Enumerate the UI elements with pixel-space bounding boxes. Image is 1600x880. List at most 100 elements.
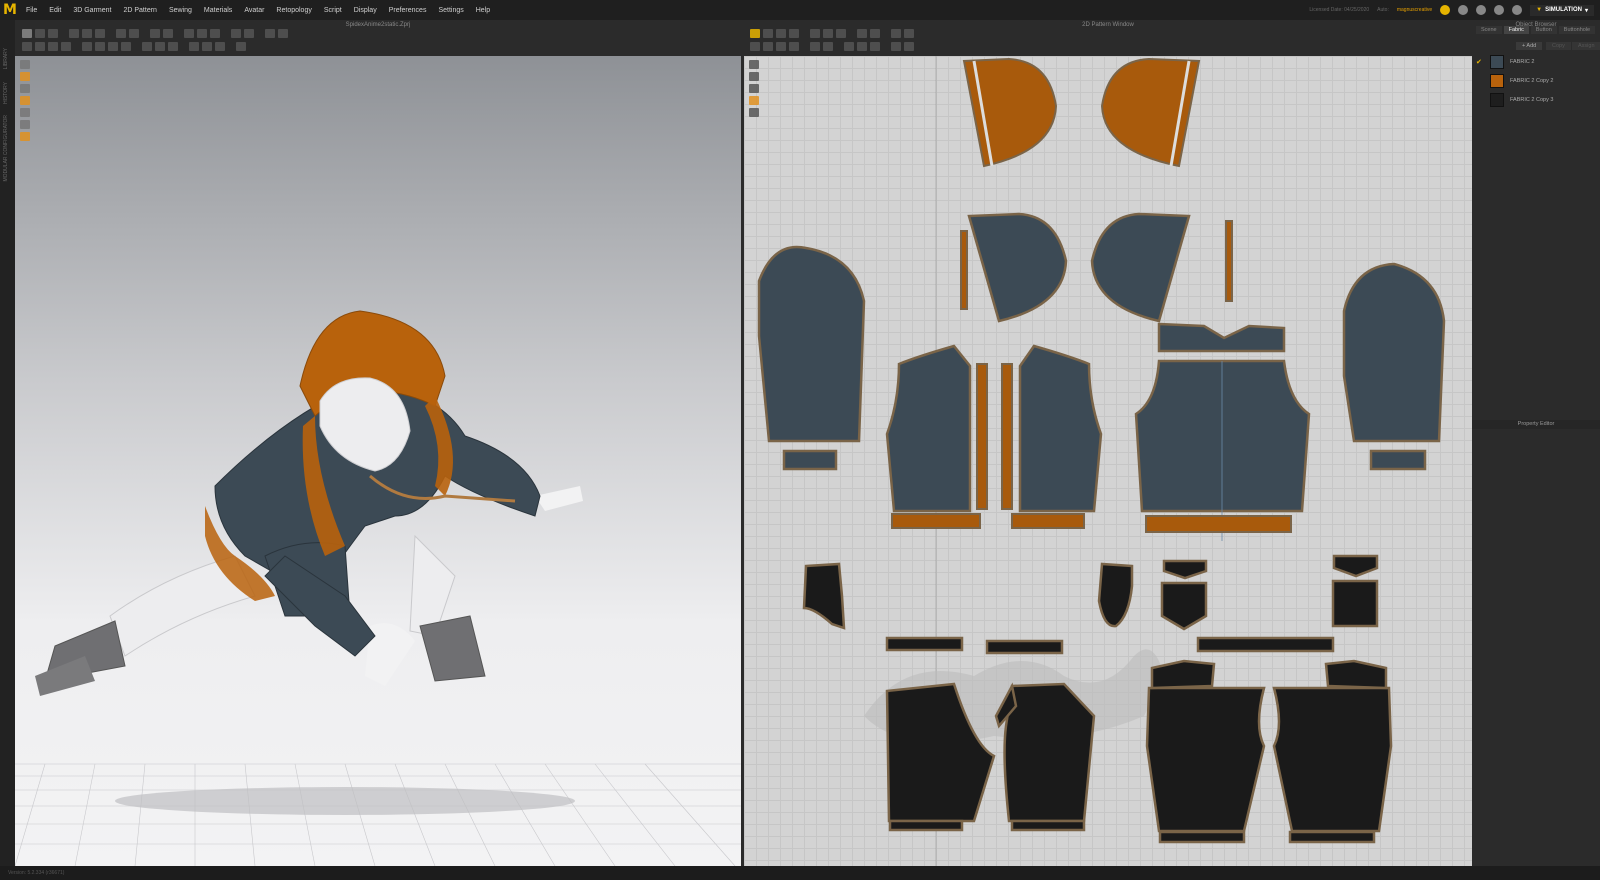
menu-preferences[interactable]: Preferences: [383, 7, 433, 14]
menu-file[interactable]: File: [20, 7, 43, 14]
button-tool-icon[interactable]: [231, 29, 241, 38]
transform-pattern-icon[interactable]: [750, 29, 760, 38]
pattern-texture-icon[interactable]: [749, 96, 759, 105]
tape-icon[interactable]: [48, 42, 58, 51]
pin-icon[interactable]: [116, 29, 126, 38]
menu-avatar[interactable]: Avatar: [238, 7, 270, 14]
placket-left[interactable]: [976, 363, 988, 510]
speaker-icon[interactable]: [1458, 5, 1469, 15]
internal-line-icon[interactable]: [870, 42, 880, 51]
waistband-shorts-left[interactable]: [885, 636, 964, 652]
display-garment-icon[interactable]: [20, 72, 30, 81]
texture-2d-icon[interactable]: [810, 42, 820, 51]
fold-icon[interactable]: [69, 29, 79, 38]
hood-right-orange[interactable]: [1100, 57, 1201, 168]
add-fabric-button[interactable]: + Add: [1516, 42, 1543, 50]
layer-icon[interactable]: [189, 42, 199, 51]
pocket-piece-left[interactable]: [802, 562, 846, 630]
pattern-display-icon[interactable]: [749, 72, 759, 81]
rectangle-icon[interactable]: [823, 29, 833, 38]
edit-pattern-icon[interactable]: [763, 29, 773, 38]
menu-retopology[interactable]: Retopology: [270, 7, 317, 14]
library-tab[interactable]: LIBRARY: [3, 48, 9, 69]
edit-sewing-icon[interactable]: [776, 42, 786, 51]
arrangement-point-icon[interactable]: [35, 42, 45, 51]
hood-left-navy[interactable]: [967, 212, 1068, 323]
pattern-mesh-icon[interactable]: [749, 84, 759, 93]
display-texture-icon[interactable]: [20, 96, 30, 105]
back-pocket-right[interactable]: [1331, 579, 1379, 628]
shorts-yoke-right[interactable]: [1324, 659, 1388, 690]
grid-2d-icon[interactable]: [891, 29, 901, 38]
tack-icon[interactable]: [129, 29, 139, 38]
trace-icon[interactable]: [870, 29, 880, 38]
select-move-icon[interactable]: [35, 29, 45, 38]
cut-icon[interactable]: [61, 42, 71, 51]
render-icon[interactable]: [215, 42, 225, 51]
circle-icon[interactable]: [836, 29, 846, 38]
history-tab[interactable]: HISTORY: [3, 82, 9, 104]
lock-icon[interactable]: [82, 42, 92, 51]
menu-settings[interactable]: Settings: [432, 7, 469, 14]
display-shadow-icon[interactable]: [20, 132, 30, 141]
fabric-item[interactable]: FABRIC 2 Copy 2: [1476, 73, 1596, 89]
waistband-shorts-back[interactable]: [1196, 636, 1335, 653]
style-line-icon[interactable]: [163, 29, 173, 38]
help-icon[interactable]: [1494, 5, 1505, 15]
menu-3d-garment[interactable]: 3D Garment: [67, 7, 117, 14]
fabric-item[interactable]: ✔ FABRIC 2: [1476, 54, 1596, 70]
waistband-front-right[interactable]: [1011, 513, 1085, 529]
menu-script[interactable]: Script: [318, 7, 348, 14]
notch-icon[interactable]: [857, 42, 867, 51]
viewport-3d[interactable]: [15, 56, 741, 866]
assign-fabric-button[interactable]: Assign: [1572, 42, 1600, 50]
cuff-right[interactable]: [1369, 449, 1427, 471]
hood-strip-left[interactable]: [960, 230, 968, 310]
viewport-3d-canvas[interactable]: [15, 56, 741, 866]
fold-arrange-icon[interactable]: [82, 29, 92, 38]
cuff-left[interactable]: [782, 449, 838, 471]
front-panel-right[interactable]: [1018, 344, 1103, 513]
sync-icon[interactable]: [1440, 5, 1451, 15]
front-panel-left[interactable]: [885, 344, 972, 513]
display-mesh-icon[interactable]: [20, 108, 30, 117]
back-pocket-left[interactable]: [1160, 581, 1208, 631]
fabric-icon[interactable]: [155, 42, 165, 51]
add-point-icon[interactable]: [789, 29, 799, 38]
simulate-icon[interactable]: [22, 29, 32, 38]
pattern-select-icon[interactable]: [749, 60, 759, 69]
hem-back-left[interactable]: [1158, 830, 1246, 844]
ruler-icon[interactable]: [891, 42, 901, 51]
measure-2d-icon[interactable]: [904, 42, 914, 51]
user-icon[interactable]: [1476, 5, 1487, 15]
free-sewing-icon[interactable]: [763, 42, 773, 51]
pattern-window-2d[interactable]: .n{fill:#3c4a55;stroke:#7a6448;stroke-wi…: [744, 56, 1472, 866]
shorts-back-right[interactable]: [1272, 686, 1393, 833]
waistband-back[interactable]: [1145, 515, 1292, 533]
pin-2d-icon[interactable]: [844, 42, 854, 51]
sphere-icon[interactable]: [168, 42, 178, 51]
menu-display[interactable]: Display: [348, 7, 383, 14]
pattern-canvas[interactable]: .n{fill:#3c4a55;stroke:#7a6448;stroke-wi…: [744, 56, 1472, 866]
shorts-front-right[interactable]: [1003, 682, 1096, 823]
camera-icon[interactable]: [236, 42, 246, 51]
copy-fabric-button[interactable]: Copy: [1546, 42, 1571, 50]
display-light-icon[interactable]: [20, 120, 30, 129]
arrange-icon[interactable]: [184, 29, 194, 38]
yoke-small-left[interactable]: [1162, 559, 1208, 580]
menu-sewing[interactable]: Sewing: [163, 7, 198, 14]
measure-icon[interactable]: [150, 29, 160, 38]
modular-configurator-tab[interactable]: MODULAR CONFIGURATOR: [3, 115, 9, 181]
waistband-shorts-mid[interactable]: [985, 639, 1064, 655]
trim-icon[interactable]: [244, 29, 254, 38]
placket-right[interactable]: [1001, 363, 1013, 510]
menu-edit[interactable]: Edit: [43, 7, 67, 14]
zipper-icon[interactable]: [210, 29, 220, 38]
hem-front-right[interactable]: [1010, 819, 1086, 832]
select-mesh-icon[interactable]: [48, 29, 58, 38]
menu-2d-pattern[interactable]: 2D Pattern: [117, 7, 162, 14]
fabric-item[interactable]: FABRIC 2 Copy 3: [1476, 92, 1596, 108]
shorts-yoke-left[interactable]: [1150, 659, 1216, 690]
hood-collar-back[interactable]: [1157, 322, 1286, 353]
hem-front-left[interactable]: [888, 819, 964, 832]
